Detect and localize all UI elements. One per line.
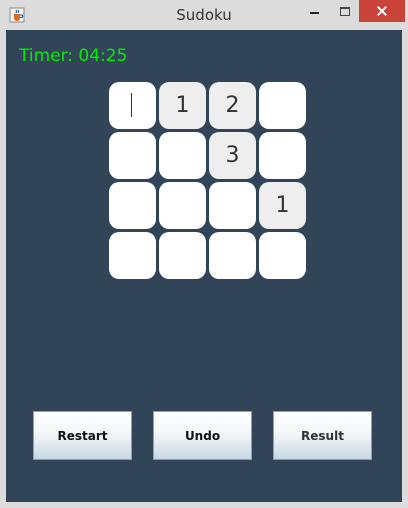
sudoku-cell-r0-c2[interactable]: 2 [209, 82, 256, 129]
timer-label: Timer: 04:25 [19, 46, 128, 66]
cell-value: 1 [275, 193, 290, 218]
sudoku-cell-r1-c3[interactable] [259, 132, 306, 179]
sudoku-cell-r0-c0[interactable] [109, 82, 156, 129]
text-caret [131, 93, 132, 117]
sudoku-cell-r3-c1[interactable] [159, 232, 206, 279]
sudoku-cell-r1-c2[interactable]: 3 [209, 132, 256, 179]
maximize-button[interactable] [330, 0, 358, 22]
cell-value: 3 [225, 143, 240, 168]
sudoku-cell-r3-c0[interactable] [109, 232, 156, 279]
minimize-button[interactable] [300, 0, 328, 22]
restart-button[interactable]: Restart [33, 411, 132, 460]
sudoku-cell-r1-c1[interactable] [159, 132, 206, 179]
cell-value: 2 [225, 93, 240, 118]
sudoku-cell-r2-c3[interactable]: 1 [259, 182, 306, 229]
title-bar: Sudoku [0, 0, 408, 30]
sudoku-cell-r3-c2[interactable] [209, 232, 256, 279]
sudoku-cell-r2-c2[interactable] [209, 182, 256, 229]
undo-button[interactable]: Undo [153, 411, 252, 460]
cell-value: 1 [175, 93, 190, 118]
sudoku-cell-r2-c0[interactable] [109, 182, 156, 229]
close-button[interactable] [359, 0, 405, 22]
sudoku-board: 1 2 3 1 [109, 82, 309, 282]
sudoku-cell-r2-c1[interactable] [159, 182, 206, 229]
sudoku-cell-r0-c1[interactable]: 1 [159, 82, 206, 129]
sudoku-cell-r1-c0[interactable] [109, 132, 156, 179]
sudoku-cell-r3-c3[interactable] [259, 232, 306, 279]
result-button[interactable]: Result [273, 411, 372, 460]
sudoku-cell-r0-c3[interactable] [259, 82, 306, 129]
